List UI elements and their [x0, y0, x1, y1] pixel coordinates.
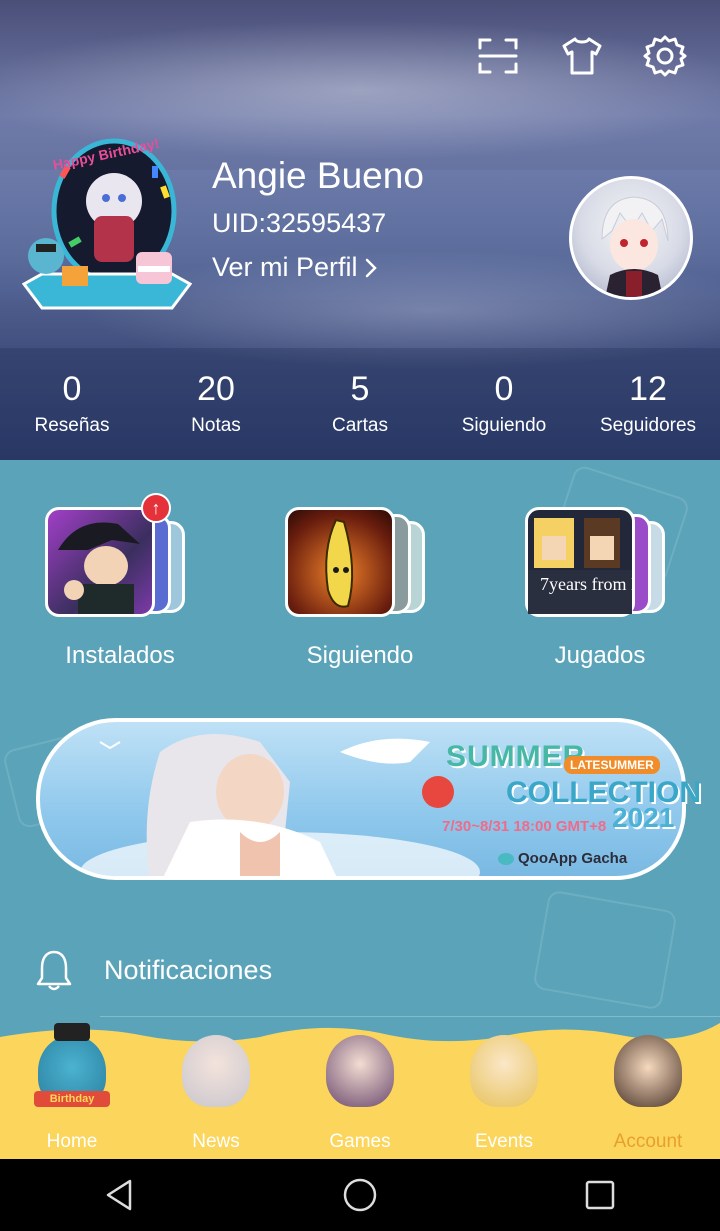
played-card-text: 7years from Now [540, 574, 632, 594]
notifications-label: Notificaciones [104, 954, 273, 985]
stat-following[interactable]: 0 Siguiendo [432, 348, 576, 460]
stat-value: 12 [629, 370, 667, 408]
shortcut-installed-label: Instalados [65, 642, 175, 669]
installed-game-thumbnail [45, 507, 155, 617]
menu-item-notifications[interactable]: Notificaciones [0, 930, 720, 1010]
profile-header: Happy Birthday! Angie Bueno UID:32595437… [0, 0, 720, 460]
played-game-thumbnail: 7years from Now [525, 507, 666, 617]
bottom-navigation: Birthday Home News Games Events Account [0, 1017, 720, 1159]
banner-year-text: 2021 [612, 802, 675, 833]
home-mascot-icon: Birthday [34, 1023, 110, 1107]
stat-label: Seguidores [599, 415, 697, 436]
stat-value: 0 [62, 370, 82, 408]
view-profile-label: Ver mi Perfil [212, 252, 358, 282]
stat-value: 5 [350, 370, 370, 408]
shortcut-played[interactable]: 7years from Now Jugados [480, 507, 720, 670]
event-banner[interactable]: SUMMER LATESUMMER COLLECTION 2021 7/30~8… [36, 718, 701, 880]
stat-followers[interactable]: 12 Seguidores [576, 348, 720, 460]
stat-label: Siguiendo [461, 415, 547, 436]
shortcut-following[interactable]: Siguiendo [240, 507, 480, 670]
banner-brand-text: QooApp Gacha [518, 850, 628, 867]
qooapp-logo-icon [498, 852, 514, 865]
stat-label: Reseñas [34, 415, 110, 436]
banner-brand: QooApp Gacha [498, 850, 627, 867]
tab-account-label: Account [613, 1131, 683, 1152]
games-character-icon [326, 1035, 394, 1107]
events-character-icon [470, 1035, 538, 1107]
chevron-right-icon [365, 258, 377, 277]
stat-value: 20 [197, 370, 235, 408]
shirt-icon[interactable] [560, 34, 604, 78]
news-character-icon [182, 1035, 250, 1107]
tab-news[interactable]: News [144, 1035, 288, 1159]
following-card-stack [285, 507, 435, 622]
tab-account[interactable]: Account [576, 1035, 720, 1159]
tab-home[interactable]: Birthday Home [0, 1023, 144, 1159]
update-badge: ↑ [141, 493, 171, 523]
following-game-thumbnail [285, 507, 395, 617]
recents-icon[interactable] [580, 1175, 620, 1215]
gear-icon[interactable] [643, 34, 687, 78]
bell-icon [36, 950, 72, 991]
played-card-stack: 7years from Now [525, 507, 675, 622]
back-icon[interactable] [100, 1175, 140, 1215]
view-profile-link[interactable]: Ver mi Perfil [212, 252, 378, 283]
mascot-avatar[interactable] [569, 176, 693, 300]
tab-games-label: Games [329, 1131, 391, 1152]
stat-cards[interactable]: 5 Cartas [288, 348, 432, 460]
birthday-badge: Birthday [34, 1091, 110, 1107]
stat-value: 0 [494, 370, 514, 408]
stat-label: Cartas [332, 415, 388, 436]
tab-games[interactable]: Games [288, 1035, 432, 1159]
user-name: Angie Bueno [212, 155, 424, 196]
banner-dates-text: 7/30~8/31 18:00 GMT+8 [442, 818, 607, 835]
user-uid: UID:32595437 [212, 208, 387, 238]
stat-label: Notas [191, 415, 241, 436]
stat-notes[interactable]: 20 Notas [144, 348, 288, 460]
tab-home-label: Home [46, 1131, 98, 1152]
banner-late-tag: LATESUMMER [564, 756, 660, 774]
tab-events-label: Events [474, 1131, 534, 1152]
shortcut-installed[interactable]: ↑ Instalados [0, 493, 240, 670]
tab-news-label: News [192, 1131, 240, 1152]
stat-reviews[interactable]: 0 Reseñas [0, 348, 144, 460]
main-content: ↑ Instalados Siguiendo 7years from Jugad… [0, 460, 720, 1020]
account-character-icon [614, 1035, 682, 1107]
shortcut-played-label: Jugados [554, 642, 646, 669]
home-circle-icon[interactable] [340, 1175, 380, 1215]
avatar-frame[interactable]: Happy Birthday! [21, 126, 193, 316]
profile-stats: 0 Reseñas 20 Notas 5 Cartas 0 Siguiendo … [0, 348, 720, 460]
scan-icon[interactable] [476, 34, 520, 78]
tab-events[interactable]: Events [432, 1035, 576, 1159]
shortcut-following-label: Siguiendo [306, 642, 414, 669]
system-navigation-bar [0, 1159, 720, 1231]
installed-card-stack: ↑ [45, 493, 195, 622]
